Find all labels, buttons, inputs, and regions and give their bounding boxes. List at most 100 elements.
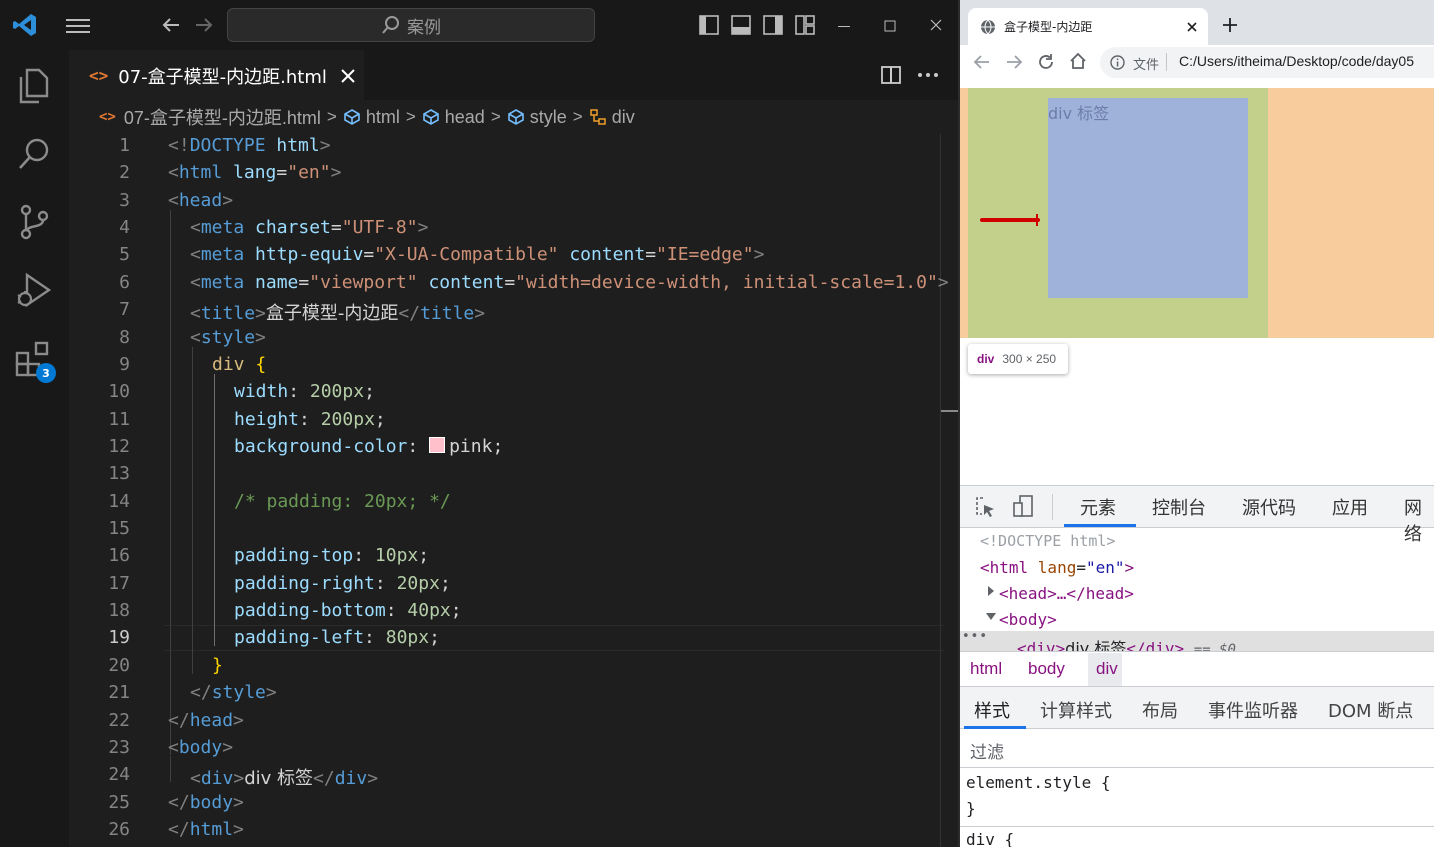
home-icon[interactable] [1069, 52, 1087, 70]
editor-ruler [940, 134, 941, 847]
code-line: <meta name="viewport" content="width=dev… [190, 272, 949, 293]
code-line: </html> [168, 819, 244, 840]
tab-styles[interactable]: 样式 [974, 697, 1010, 723]
html-file-icon: <> [99, 109, 116, 125]
browser-tab-strip: 盒子模型-内边距 [960, 0, 1434, 45]
line-number-active: 19 [108, 627, 130, 648]
search-icon [382, 16, 399, 34]
customize-layout-icon[interactable] [794, 14, 816, 36]
explorer-icon[interactable] [14, 66, 54, 106]
code-line: <style> [190, 327, 266, 348]
breadcrumb-file[interactable]: 07-盒子模型-内边距.html [124, 104, 321, 130]
code-editor[interactable]: 1 2 3 4 5 6 7 8 9 10 11 12 13 14 15 16 1… [69, 134, 960, 847]
line-number: 22 [108, 710, 130, 731]
crumb-body[interactable]: body [1028, 659, 1065, 679]
close-window-icon[interactable] [928, 17, 944, 33]
line-number: 12 [108, 436, 130, 457]
inspect-tooltip: div 300 × 250 [968, 344, 1068, 374]
tab-event-listeners[interactable]: 事件监听器 [1208, 697, 1298, 723]
vscode-titlebar: 案例 [0, 0, 960, 50]
color-swatch[interactable] [429, 437, 446, 453]
dom-row-ellipsis[interactable]: ••• [962, 631, 988, 644]
crumb-html[interactable]: html [970, 659, 1002, 679]
tab-layout[interactable]: 布局 [1142, 697, 1178, 723]
toggle-secondary-sidebar-icon[interactable] [762, 14, 784, 36]
html-file-icon: <> [89, 66, 109, 85]
line-number: 16 [108, 545, 130, 566]
code-line: </body> [168, 792, 244, 813]
search-sidebar-icon[interactable] [14, 134, 54, 174]
browser-toolbar: 文件 C:/Users/itheima/Desktop/code/day05 [960, 45, 1434, 80]
dom-body[interactable]: <body> [999, 610, 1057, 629]
toolbar-divider [1052, 494, 1053, 520]
run-debug-icon[interactable] [14, 270, 54, 310]
menu-icon[interactable] [66, 17, 90, 35]
indent-guide [192, 347, 193, 674]
browser-tab[interactable]: 盒子模型-内边距 [968, 8, 1208, 45]
info-icon[interactable] [1110, 55, 1125, 70]
line-number: 9 [119, 354, 130, 375]
tab-sources[interactable]: 源代码 [1242, 494, 1296, 520]
device-toolbar-icon[interactable] [1012, 494, 1036, 520]
tab-application[interactable]: 应用 [1332, 494, 1368, 520]
page-viewport: div 标签 div 300 × 250 [960, 80, 1434, 485]
maximize-icon[interactable] [882, 18, 898, 32]
breadcrumb: <> 07-盒子模型-内边距.html > html > head > styl… [69, 100, 960, 134]
toggle-panel-icon[interactable] [730, 14, 752, 36]
toggle-sidebar-icon[interactable] [698, 14, 720, 36]
code-line: height: 200px; [234, 409, 386, 430]
vscode-window: 案例 3 <> 07-盒子模型-内边距.html <> 07-盒子模型-内边距.… [0, 0, 960, 847]
tab-console[interactable]: 控制台 [1152, 494, 1206, 520]
body-margin-overlay [960, 88, 968, 338]
close-tab-icon[interactable] [341, 68, 355, 83]
collapse-triangle-icon[interactable] [985, 612, 997, 622]
element-style-rule[interactable]: element.style { [966, 773, 1111, 792]
tab-elements[interactable]: 元素 [1080, 494, 1116, 520]
breadcrumb-chevron-icon: > [572, 107, 583, 126]
tab-dom-breakpoints[interactable]: DOM 断点 [1328, 697, 1413, 723]
editor-tab-active[interactable]: <> 07-盒子模型-内边距.html [69, 50, 364, 100]
line-number: 1 [119, 135, 130, 156]
back-icon[interactable] [973, 53, 991, 71]
div-style-rule[interactable]: div { [966, 830, 1014, 847]
filter-placeholder: 过滤 [970, 743, 1004, 763]
split-editor-icon[interactable] [880, 64, 902, 86]
line-number: 2 [119, 162, 130, 183]
code-line: } [212, 655, 223, 676]
line-number: 11 [108, 409, 130, 430]
dom-head[interactable]: <head>…</head> [999, 584, 1134, 603]
line-number: 15 [108, 518, 130, 539]
div-content-overlay[interactable]: div 标签 [1048, 98, 1248, 298]
code-line: <body> [168, 737, 234, 758]
more-actions-icon[interactable] [917, 64, 939, 86]
dom-html[interactable]: <html lang="en"> [980, 558, 1134, 577]
reload-icon[interactable] [1037, 53, 1055, 71]
dom-selected-row[interactable]: ••• <div>div 标签</div> == $0 [960, 631, 1434, 651]
styles-filter[interactable]: 过滤 [960, 729, 1434, 768]
code-line: padding-bottom: 40px; [234, 600, 462, 621]
breadcrumb-chevron-icon: > [405, 107, 416, 126]
forward-arrow-icon[interactable] [193, 14, 215, 36]
breadcrumb-div[interactable]: div [612, 107, 635, 128]
extensions-badge: 3 [36, 363, 56, 383]
expand-triangle-icon[interactable] [986, 585, 996, 597]
command-center-search[interactable]: 案例 [227, 8, 595, 42]
dom-doctype[interactable]: <!DOCTYPE html> [980, 532, 1115, 550]
source-control-icon[interactable] [14, 202, 54, 242]
crumb-div[interactable]: div [1096, 659, 1118, 679]
address-bar[interactable]: 文件 C:/Users/itheima/Desktop/code/day05 [1100, 47, 1434, 78]
new-tab-icon[interactable] [1222, 17, 1238, 33]
line-number: 7 [119, 299, 130, 320]
inspect-element-icon[interactable] [974, 496, 996, 518]
code-line: </head> [168, 710, 244, 731]
forward-icon[interactable] [1005, 53, 1023, 71]
tab-network[interactable]: 网络 [1404, 494, 1434, 546]
breadcrumb-head[interactable]: head [445, 107, 485, 128]
breadcrumb-html[interactable]: html [366, 107, 400, 128]
breadcrumb-style[interactable]: style [530, 107, 567, 128]
tab-computed[interactable]: 计算样式 [1040, 697, 1112, 723]
close-tab-icon[interactable] [1186, 21, 1198, 33]
indent-guide [214, 374, 215, 646]
back-arrow-icon[interactable] [160, 14, 182, 36]
minimize-icon[interactable] [836, 18, 852, 32]
